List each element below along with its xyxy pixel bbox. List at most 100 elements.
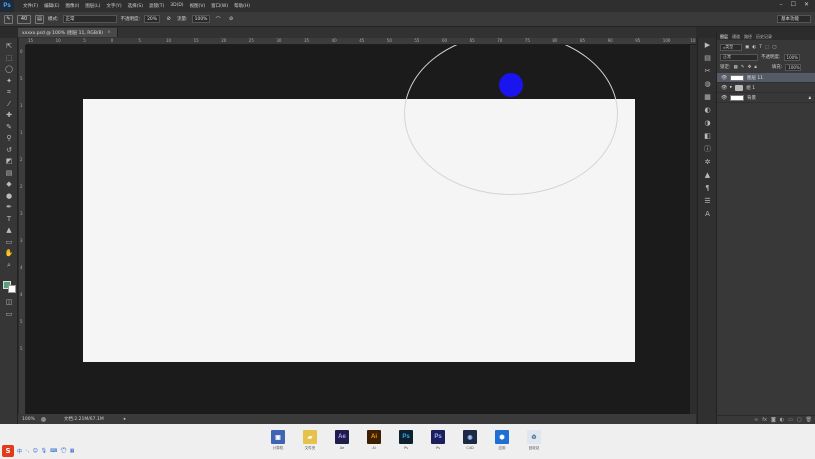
filter-adjust-icon[interactable]: ◐	[752, 45, 756, 50]
close-button[interactable]: ✕	[804, 1, 809, 8]
menu-item[interactable]: 帮助(H)	[231, 3, 253, 9]
airbrush-icon[interactable]: ⌒	[214, 15, 223, 24]
histogram-icon[interactable]: ▲	[698, 170, 717, 181]
computer-icon[interactable]: ▣	[271, 430, 285, 444]
expand-arrow-icon[interactable]: ▸	[730, 85, 732, 90]
layer-row[interactable]: 👁︎ 背景 🔒︎	[717, 93, 815, 103]
tools-preset-icon[interactable]: ✂	[698, 66, 717, 77]
visibility-eye-icon[interactable]: 👁︎	[721, 85, 727, 91]
history-brush-icon[interactable]: ↺	[3, 145, 15, 155]
visibility-eye-icon[interactable]: 👁︎	[721, 75, 727, 81]
tab-layers[interactable]: 图层	[720, 34, 728, 40]
status-arrow-icon[interactable]: ▸	[124, 417, 126, 422]
color-icon[interactable]: ◍	[698, 79, 717, 90]
ime-tools-icon[interactable]: ▦	[70, 448, 75, 454]
flow-select[interactable]: 100%	[191, 15, 210, 23]
ime-voice-icon[interactable]: 🎙︎	[41, 448, 47, 454]
collapse-panels-icon[interactable]: ▶	[698, 40, 717, 51]
ime-emoji-icon[interactable]: ☺	[33, 448, 38, 454]
path-select-icon[interactable]: ▲	[3, 226, 15, 236]
document-tab[interactable]: xxxxx.psd @ 100% (图层 11, RGB/8) ×	[18, 28, 118, 37]
ime-skin-icon[interactable]: 👕︎	[60, 448, 66, 454]
new-group-icon[interactable]: ▭	[788, 417, 793, 423]
opacity-field[interactable]: 100%	[783, 53, 800, 61]
menu-item[interactable]: 文字(Y)	[103, 3, 124, 9]
menu-item[interactable]: 图层(L)	[82, 3, 103, 9]
new-layer-icon[interactable]: ▢	[797, 417, 802, 423]
opacity-select[interactable]: 20%	[144, 15, 161, 23]
brush-preset-picker[interactable]: 40	[17, 14, 31, 24]
gradient-icon[interactable]: ▤	[3, 168, 15, 178]
info-icon[interactable]: ⓘ	[698, 144, 717, 155]
stamp-icon[interactable]: ⚲	[3, 134, 15, 144]
pressure-opacity-icon[interactable]: ⊘	[164, 15, 173, 24]
adjustments-icon[interactable]: ◑	[698, 118, 717, 129]
navigator-icon[interactable]: ✲	[698, 157, 717, 168]
lasso-icon[interactable]: ◯	[3, 65, 15, 75]
tab-paths[interactable]: 路径	[744, 34, 752, 40]
tab-channels[interactable]: 通道	[732, 34, 740, 40]
masks-icon[interactable]: ◧	[698, 131, 717, 142]
layer-style-icon[interactable]: fx	[762, 417, 767, 423]
healing-icon[interactable]: ✚	[3, 111, 15, 121]
pen-icon[interactable]: ✒	[3, 203, 15, 213]
crop-icon[interactable]: ⌗	[3, 88, 15, 98]
blend-mode-select[interactable]: 正常	[720, 53, 758, 61]
after-effects-icon[interactable]: Ae	[335, 430, 349, 444]
eyedropper-icon[interactable]: ⁄	[3, 99, 15, 109]
delete-layer-icon[interactable]: 🗑︎	[806, 417, 812, 423]
zoom-level[interactable]: 100%	[22, 417, 35, 422]
folder-icon[interactable]: ▰	[303, 430, 317, 444]
tab-close-icon[interactable]: ×	[107, 30, 111, 35]
menu-item[interactable]: 窗口(W)	[208, 3, 231, 9]
lock-paint-icon[interactable]: ✎	[741, 65, 745, 70]
app-blue-icon[interactable]: ⬢	[495, 430, 509, 444]
visibility-eye-icon[interactable]: 👁︎	[721, 95, 727, 101]
character-icon[interactable]: A	[698, 209, 717, 220]
menu-item[interactable]: 文件(F)	[20, 3, 41, 9]
link-layers-icon[interactable]: ∞	[754, 417, 758, 423]
add-mask-icon[interactable]: ◙	[771, 417, 776, 423]
canvas-viewport[interactable]	[26, 45, 696, 414]
lock-transparent-icon[interactable]: ▦	[734, 65, 738, 70]
lock-all-icon[interactable]: 🔒︎	[754, 64, 756, 70]
ime-punct-icon[interactable]: ◦,	[25, 448, 30, 454]
adjustment-layer-icon[interactable]: ◐	[780, 417, 784, 423]
brush-tool-icon[interactable]: ✎	[4, 14, 13, 24]
filter-pixel-icon[interactable]: ▣	[745, 45, 749, 50]
illustrator-icon[interactable]: Ai	[367, 430, 381, 444]
cinema4d-icon[interactable]: ◉	[463, 430, 477, 444]
hand-icon[interactable]: ✋	[3, 249, 15, 259]
menu-item[interactable]: 选择(S)	[125, 3, 146, 9]
quick-mask-icon[interactable]: ◫	[3, 298, 15, 308]
menu-item[interactable]: 3D(D)	[167, 3, 186, 9]
lock-move-icon[interactable]: ✥	[748, 65, 752, 70]
mode-select[interactable]: 正常	[62, 15, 117, 23]
layer-filter-select[interactable]: ⌕ 类型	[720, 43, 742, 51]
menu-item[interactable]: 编辑(E)	[41, 3, 62, 9]
eraser-icon[interactable]: ◩	[3, 157, 15, 167]
brush-panel-icon[interactable]: ▤	[35, 14, 44, 24]
fill-field[interactable]: 100%	[785, 63, 802, 71]
channels-icon[interactable]: ☰	[698, 196, 717, 207]
filter-smart-icon[interactable]: ▢	[772, 45, 776, 50]
background-color[interactable]	[8, 285, 16, 293]
sogou-ime-icon[interactable]: S	[2, 445, 14, 457]
styles-icon[interactable]: ◐	[698, 105, 717, 116]
move-icon[interactable]: ⇱	[3, 42, 15, 52]
minimize-button[interactable]: –	[780, 1, 783, 8]
layer-row[interactable]: 👁︎ 图层 11	[717, 73, 815, 83]
vertical-scrollbar[interactable]	[690, 45, 696, 414]
tab-history[interactable]: 历史记录	[756, 34, 772, 40]
marquee-icon[interactable]: ⬚	[3, 53, 15, 63]
screen-mode-icon[interactable]: ▭	[3, 310, 15, 320]
color-swatches[interactable]	[3, 281, 17, 293]
workspace-select[interactable]: 基本功能	[777, 15, 811, 23]
photoshop-2-icon[interactable]: Ps	[431, 430, 445, 444]
layer-row[interactable]: 👁︎ ▸ 组 1	[717, 83, 815, 93]
ime-keyboard-icon[interactable]: ⌨	[50, 448, 57, 454]
zoom-icon[interactable]: ⌕	[3, 260, 15, 270]
ime-chinese-icon[interactable]: 中	[17, 448, 22, 455]
brush-icon[interactable]: ✎	[3, 122, 15, 132]
filter-type-icon[interactable]: T	[759, 45, 762, 50]
